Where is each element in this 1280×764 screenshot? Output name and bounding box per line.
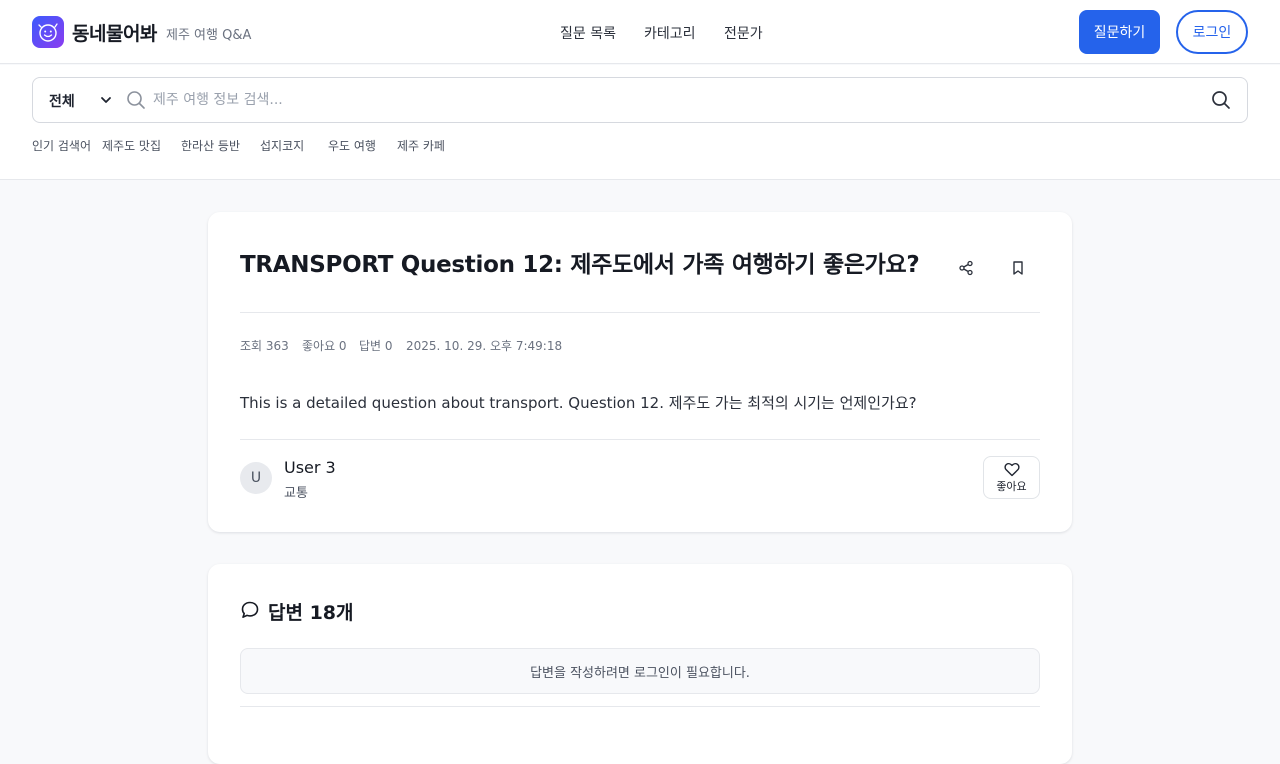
like-button-label: 좋아요 xyxy=(996,479,1027,493)
like-count: 좋아요 0 xyxy=(302,339,347,353)
post-date: 2025. 10. 29. 오후 7:49:18 xyxy=(406,339,563,353)
login-required-notice: 답변을 작성하려면 로그인이 필요합니다. xyxy=(240,648,1040,694)
search-input[interactable] xyxy=(153,86,1193,114)
popular-tag[interactable]: 한라산 등반 xyxy=(181,137,240,154)
author-name[interactable]: User 3 xyxy=(284,458,336,477)
divider xyxy=(240,439,1040,440)
bookmark-icon xyxy=(1013,261,1023,275)
view-count: 조회 363 xyxy=(240,339,289,353)
search-area: 전체 인기 검색어 제주도 맛집 한라산 등반 섭지코지 우도 여행 제주 카페 xyxy=(0,65,1280,180)
share-icon xyxy=(959,260,973,276)
divider xyxy=(240,706,1040,707)
question-category: 교통 xyxy=(284,486,308,501)
question-title: TRANSPORT Question 12: 제주도에서 가족 여행하기 좋은가… xyxy=(240,252,920,278)
answer-count: 답변 0 xyxy=(359,339,393,353)
ask-question-button[interactable]: 질문하기 xyxy=(1079,10,1160,54)
chevron-down-icon[interactable] xyxy=(99,93,113,107)
popular-tag[interactable]: 섭지코지 xyxy=(260,137,304,154)
smile-logo-icon xyxy=(38,23,58,42)
search-submit-icon[interactable] xyxy=(1211,90,1231,110)
divider xyxy=(240,312,1040,313)
question-card: TRANSPORT Question 12: 제주도에서 가족 여행하기 좋은가… xyxy=(208,212,1072,532)
login-button[interactable]: 로그인 xyxy=(1176,10,1248,54)
logo[interactable] xyxy=(32,16,64,48)
answers-title: 답변 18개 xyxy=(268,602,354,624)
brand-subtitle: 제주 여행 Q&A xyxy=(166,28,252,43)
brand-name[interactable]: 동네물어봐 xyxy=(72,19,157,46)
nav-experts[interactable]: 전문가 xyxy=(724,23,763,43)
bookmark-button[interactable] xyxy=(1004,254,1032,282)
comment-icon xyxy=(241,601,259,618)
answers-card: 답변 18개 답변을 작성하려면 로그인이 필요합니다. xyxy=(208,564,1072,764)
avatar[interactable]: U xyxy=(240,462,272,494)
search-box: 전체 xyxy=(32,77,1248,123)
nav-categories[interactable]: 카테고리 xyxy=(644,23,696,43)
top-header: 동네물어봐 제주 여행 Q&A 질문 목록 카테고리 전문가 질문하기 로그인 xyxy=(0,0,1280,64)
popular-tag[interactable]: 우도 여행 xyxy=(328,137,376,154)
search-scope-select[interactable]: 전체 xyxy=(49,91,75,111)
popular-tag[interactable]: 제주도 맛집 xyxy=(102,137,161,154)
popular-searches-label: 인기 검색어 xyxy=(32,139,92,153)
search-icon xyxy=(127,91,145,109)
heart-icon xyxy=(1003,462,1020,476)
share-button[interactable] xyxy=(952,254,980,282)
popular-tag[interactable]: 제주 카페 xyxy=(397,137,445,154)
like-button[interactable]: 좋아요 xyxy=(983,456,1040,499)
nav-questions[interactable]: 질문 목록 xyxy=(560,23,616,43)
question-body: This is a detailed question about transp… xyxy=(240,394,917,412)
